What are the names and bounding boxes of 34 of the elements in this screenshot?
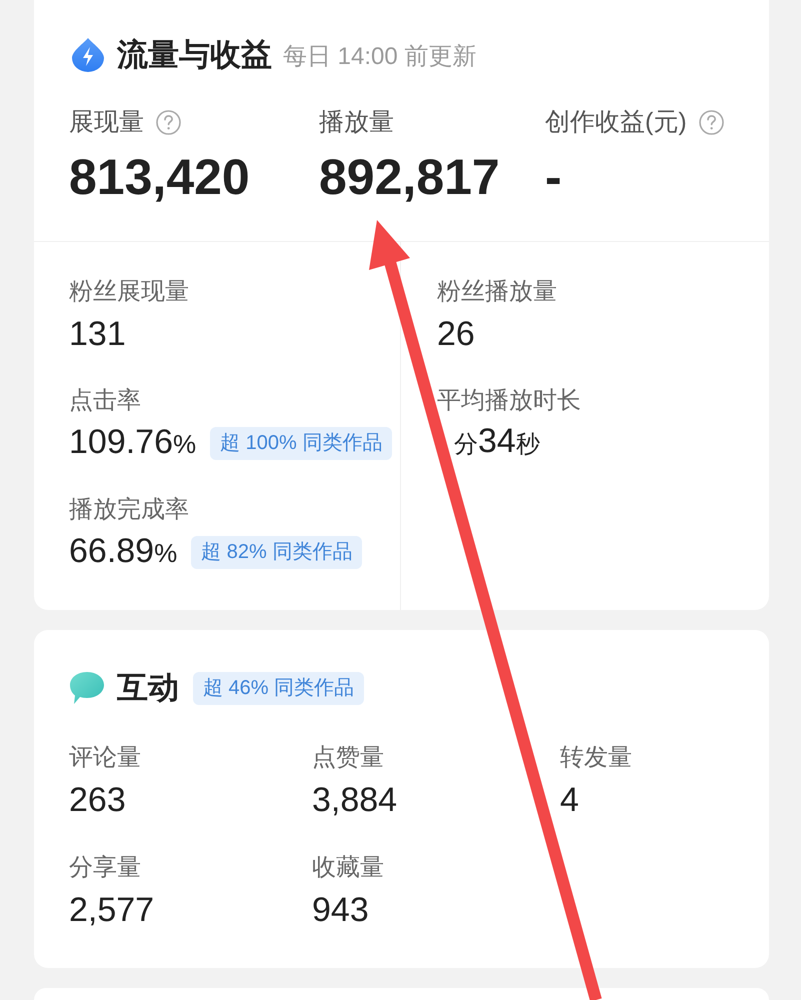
metric-label: 平均播放时长 (437, 386, 581, 416)
comparison-tag: 超 100% 同类作品 (210, 426, 392, 460)
metric-label: 展现量 (69, 107, 144, 138)
speech-bubble-icon (70, 672, 104, 704)
card-title: 流量与收益 (117, 36, 272, 74)
metric-value: - (545, 149, 562, 205)
metric-value: 66.89% (69, 531, 178, 572)
metric-value: 2,577 (69, 890, 154, 931)
comparison-tag: 超 46% 同类作品 (193, 672, 364, 704)
lightning-drop-icon (72, 38, 104, 72)
metric-value: 131 (69, 314, 126, 355)
metric-value: 4 (560, 780, 579, 821)
metric-label: 粉丝展现量 (69, 277, 189, 307)
metric-value: 26 (437, 314, 475, 355)
metric-value: 分34秒 (454, 421, 540, 462)
metric-value: 892,817 (319, 149, 500, 205)
metric-label: 粉丝播放量 (437, 277, 557, 307)
metric-label: 收藏量 (312, 853, 384, 883)
metric-label: 播放完成率 (69, 495, 189, 525)
metric-value: 263 (69, 780, 126, 821)
metric-value: 813,420 (69, 149, 250, 205)
metric-label: 点赞量 (312, 743, 384, 773)
metric-label: 评论量 (69, 743, 141, 773)
update-note: 每日 14:00 前更新 (283, 42, 476, 72)
metric-label: 点击率 (69, 386, 141, 416)
metric-value: 109.76% (69, 422, 196, 463)
metric-value: 943 (312, 890, 369, 931)
card-title: 互动 (117, 669, 179, 707)
metric-label: 分享量 (69, 853, 141, 883)
comparison-tag: 超 82% 同类作品 (191, 536, 362, 568)
metric-value: 3,884 (312, 780, 398, 821)
metric-label: 转发量 (560, 743, 632, 773)
metric-label: 创作收益(元) (545, 107, 687, 138)
metric-label: 播放量 (319, 107, 394, 138)
